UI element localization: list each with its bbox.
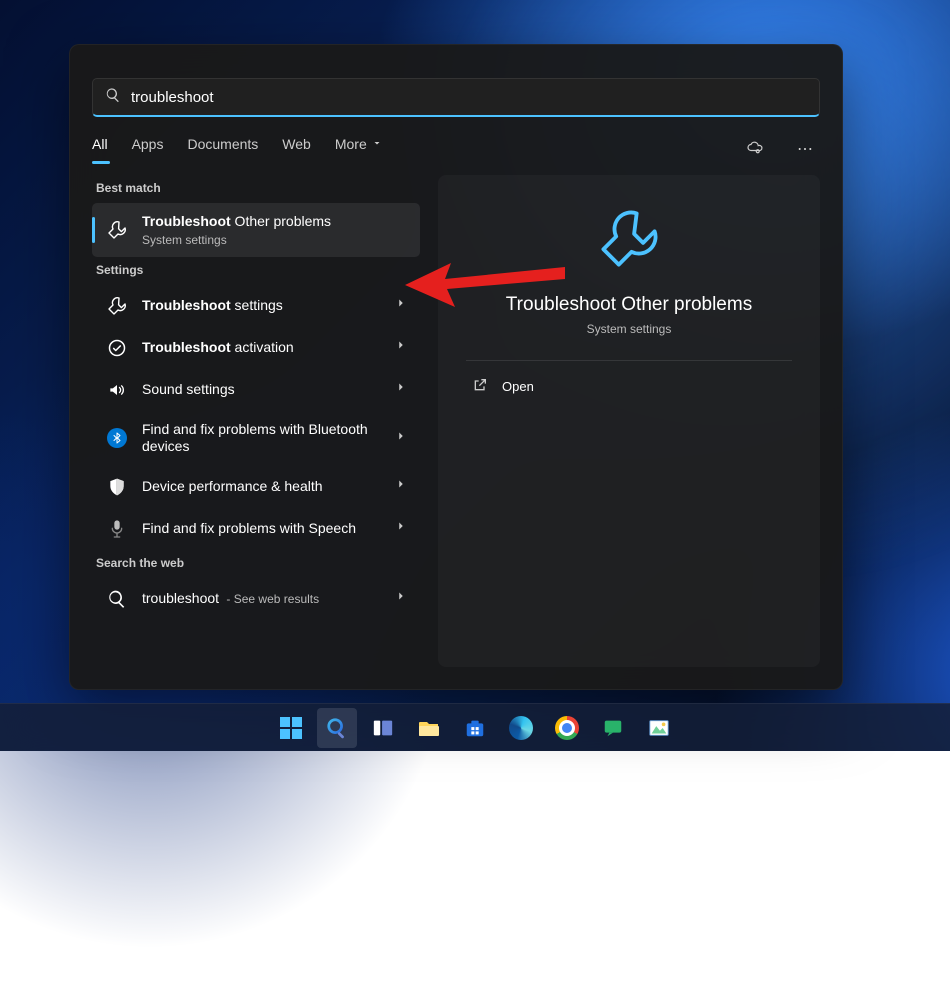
- start-button[interactable]: [271, 708, 311, 748]
- search-icon: [105, 87, 121, 108]
- search-cloud-icon[interactable]: [740, 135, 768, 163]
- result-best-match[interactable]: Troubleshoot Other problems System setti…: [92, 203, 420, 257]
- start-search-panel: All Apps Documents Web More ⋯ Best match: [69, 44, 843, 690]
- chevron-down-icon: [371, 136, 383, 152]
- taskbar-task-view[interactable]: [363, 708, 403, 748]
- result-title: Sound settings: [142, 381, 380, 399]
- tab-apps[interactable]: Apps: [132, 136, 164, 162]
- tab-documents[interactable]: Documents: [187, 136, 258, 162]
- more-options-button[interactable]: ⋯: [792, 135, 820, 163]
- chevron-right-icon: [394, 429, 408, 448]
- result-title: Find and fix problems with Bluetooth dev…: [142, 421, 380, 456]
- result-bluetooth-fix[interactable]: Find and fix problems with Bluetooth dev…: [92, 411, 420, 466]
- result-subtitle: System settings: [142, 233, 408, 247]
- result-title: Device performance & health: [142, 478, 380, 496]
- microphone-icon: [106, 518, 128, 540]
- tab-more[interactable]: More: [335, 136, 383, 162]
- wrench-icon: [106, 219, 128, 241]
- open-action[interactable]: Open: [466, 367, 792, 406]
- taskbar-search[interactable]: [317, 708, 357, 748]
- result-preview-pane: Troubleshoot Other problems System setti…: [438, 175, 820, 667]
- tab-all[interactable]: All: [92, 136, 108, 162]
- divider: [466, 360, 792, 361]
- result-sound-settings[interactable]: Sound settings: [92, 369, 420, 411]
- results-list: Best match Troubleshoot Other problems S…: [92, 175, 420, 667]
- section-search-web: Search the web: [96, 556, 420, 570]
- shield-icon: [106, 476, 128, 498]
- taskbar-file-explorer[interactable]: [409, 708, 449, 748]
- search-filters-row: All Apps Documents Web More ⋯: [70, 117, 842, 163]
- tab-more-label: More: [335, 136, 367, 152]
- taskbar-chat[interactable]: [593, 708, 633, 748]
- checkmark-circle-icon: [106, 337, 128, 359]
- taskbar-edge[interactable]: [501, 708, 541, 748]
- result-web-search[interactable]: troubleshoot - See web results: [92, 578, 420, 620]
- preview-subtitle: System settings: [587, 322, 672, 336]
- open-label: Open: [502, 379, 534, 394]
- open-icon: [472, 377, 488, 396]
- bluetooth-icon: [106, 427, 128, 449]
- section-settings: Settings: [96, 263, 420, 277]
- sound-icon: [106, 379, 128, 401]
- result-speech-fix[interactable]: Find and fix problems with Speech: [92, 508, 420, 550]
- chevron-right-icon: [394, 477, 408, 496]
- wrench-icon: [106, 295, 128, 317]
- result-title: troubleshoot - See web results: [142, 590, 380, 608]
- result-title: Troubleshoot Other problems: [142, 213, 408, 231]
- result-title: Troubleshoot activation: [142, 339, 380, 357]
- section-best-match: Best match: [96, 181, 420, 195]
- result-troubleshoot-activation[interactable]: Troubleshoot activation: [92, 327, 420, 369]
- taskbar: [0, 703, 950, 751]
- preview-title: Troubleshoot Other problems: [506, 294, 752, 316]
- search-input[interactable]: [131, 89, 807, 106]
- result-device-health[interactable]: Device performance & health: [92, 466, 420, 508]
- result-title: Find and fix problems with Speech: [142, 520, 380, 538]
- chevron-right-icon: [394, 519, 408, 538]
- tab-web[interactable]: Web: [282, 136, 311, 162]
- chevron-right-icon: [394, 589, 408, 608]
- wrench-icon: [597, 207, 661, 276]
- chevron-right-icon: [394, 296, 408, 315]
- chevron-right-icon: [394, 380, 408, 399]
- search-box[interactable]: [92, 78, 820, 117]
- taskbar-microsoft-store[interactable]: [455, 708, 495, 748]
- result-title: Troubleshoot settings: [142, 297, 380, 315]
- taskbar-photos[interactable]: [639, 708, 679, 748]
- taskbar-chrome[interactable]: [547, 708, 587, 748]
- result-troubleshoot-settings[interactable]: Troubleshoot settings: [92, 285, 420, 327]
- chevron-right-icon: [394, 338, 408, 357]
- search-icon: [106, 588, 128, 610]
